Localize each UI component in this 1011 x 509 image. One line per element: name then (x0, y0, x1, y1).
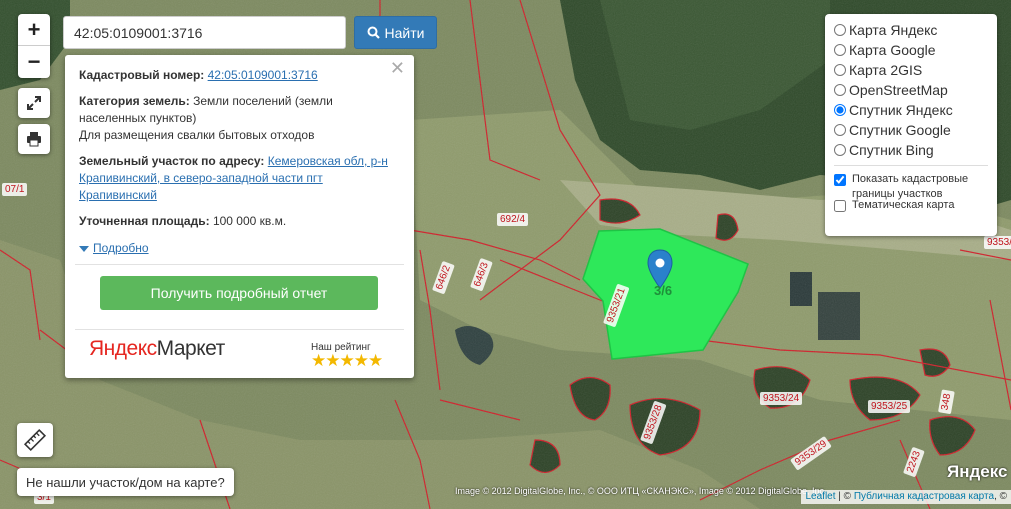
map-attribution: Leaflet | © Публичная кадастровая карта,… (801, 490, 1011, 504)
zoom-out-button[interactable]: − (18, 46, 50, 78)
parcel-label: 9353/25 (868, 400, 911, 413)
base-layer-option[interactable]: Спутник Google (834, 120, 988, 140)
overlay-layer-option[interactable]: Показать кадастровые границы участков (834, 172, 988, 200)
base-layer-radio[interactable] (834, 124, 846, 136)
base-layer-radio[interactable] (834, 144, 846, 156)
leaflet-link[interactable]: Leaflet (805, 491, 835, 502)
divider (75, 329, 404, 330)
divider (834, 165, 988, 166)
search-button-label: Найти (384, 24, 425, 41)
imagery-attribution: Image © 2012 DigitalGlobe, Inc., © ООО И… (455, 486, 827, 496)
base-layer-label: Карта Google (849, 42, 936, 58)
base-layer-label: OpenStreetMap (849, 82, 948, 98)
yandex-market-logo-b: Маркет (156, 337, 226, 360)
overlay-layer-list: Показать кадастровые границы участков Тем… (834, 172, 988, 218)
base-layer-label: Спутник Google (849, 122, 951, 138)
parcel-label: 07/1 (2, 183, 28, 196)
satellite-map[interactable]: 692/4 646/2 646/3 9353/21 9353/24 9353/25 9353… (0, 0, 1011, 509)
base-layer-radio[interactable] (834, 24, 846, 36)
report-button[interactable]: Получить подробный отчет (100, 276, 378, 310)
overlay-layer-checkbox[interactable] (834, 200, 846, 212)
attribution-tail: , © (994, 491, 1007, 502)
overlay-layer-label: Тематическая карта (852, 199, 955, 211)
base-layer-option[interactable]: Спутник Bing (834, 140, 988, 160)
yandex-market-logo[interactable]: ЯндексМаркет (89, 337, 226, 360)
base-layer-label: Карта Яндекс (849, 22, 938, 38)
expand-icon (27, 96, 41, 110)
base-layer-option[interactable]: Карта Яндекс (834, 20, 988, 40)
print-icon (27, 132, 41, 147)
base-layer-radio[interactable] (834, 104, 846, 116)
fullscreen-button[interactable] (18, 88, 50, 118)
area-label: Уточненная площадь: (79, 214, 210, 228)
details-toggle[interactable]: Подробно (79, 240, 400, 257)
land-category-label: Категория земель: (79, 94, 190, 108)
land-category-row: Категория земель: Земли поселений (земли… (79, 93, 400, 144)
area-row: Уточненная площадь: 100 000 кв.м. (79, 213, 400, 230)
close-icon[interactable]: ✕ (390, 59, 405, 77)
search-input[interactable] (63, 16, 346, 49)
base-layer-option[interactable]: Карта 2GIS (834, 60, 988, 80)
rating-stars: ★★★★★ (311, 351, 383, 370)
base-layer-list: Карта Яндекс Карта Google Карта 2GIS OpenSt… (834, 20, 988, 160)
divider (75, 264, 404, 265)
parcel-center-label: 3/6 (654, 283, 673, 298)
search-icon (367, 26, 380, 39)
pkk-link[interactable]: Публичная кадастровая карта (854, 491, 994, 502)
base-layer-option[interactable]: OpenStreetMap (834, 80, 988, 100)
cadastral-number-row: Кадастровый номер: 42:05:0109001:3716 (79, 67, 400, 84)
base-layer-label: Спутник Bing (849, 142, 934, 158)
parcel-label: 9353/ (984, 236, 1011, 249)
cadastral-number-label: Кадастровый номер: (79, 68, 205, 82)
print-button[interactable] (18, 124, 50, 154)
base-layer-option[interactable]: Спутник Яндекс (834, 100, 988, 120)
yandex-market-logo-a: Яндекс (89, 337, 157, 360)
details-link: Подробно (93, 241, 149, 255)
yandex-logo: Яндекс (947, 462, 1008, 481)
parcel-label: 9353/24 (760, 392, 803, 405)
base-layer-label: Карта 2GIS (849, 62, 923, 78)
parcel-info-popup: ✕ Кадастровый номер: 42:05:0109001:3716 … (65, 55, 414, 378)
base-layer-label: Спутник Яндекс (849, 102, 953, 118)
zoom-in-button[interactable]: + (18, 14, 50, 46)
area-value: 100 000 кв.м. (212, 214, 287, 228)
land-use-value: Для размещения свалки бытовых отходов (79, 128, 315, 142)
attribution-separator: | © (835, 491, 854, 502)
measure-button[interactable] (17, 423, 53, 457)
address-row: Земельный участок по адресу: Кемеровская… (79, 153, 400, 204)
overlay-layer-checkbox[interactable] (834, 174, 846, 186)
base-layer-radio[interactable] (834, 84, 846, 96)
base-layer-radio[interactable] (834, 44, 846, 56)
zoom-control: + − (18, 14, 50, 78)
base-layer-option[interactable]: Карта Google (834, 40, 988, 60)
search-button[interactable]: Найти (354, 16, 437, 49)
parcel-label: 692/4 (497, 213, 529, 226)
cadastral-number-link[interactable]: 42:05:0109001:3716 (208, 68, 318, 82)
ruler-icon (23, 428, 47, 452)
not-found-button[interactable]: Не нашли участок/дом на карте? (17, 468, 234, 496)
address-label: Земельный участок по адресу: (79, 154, 265, 168)
triangle-down-icon (79, 245, 89, 252)
base-layer-radio[interactable] (834, 64, 846, 76)
layer-switcher: Карта Яндекс Карта Google Карта 2GIS OpenSt… (825, 14, 997, 236)
